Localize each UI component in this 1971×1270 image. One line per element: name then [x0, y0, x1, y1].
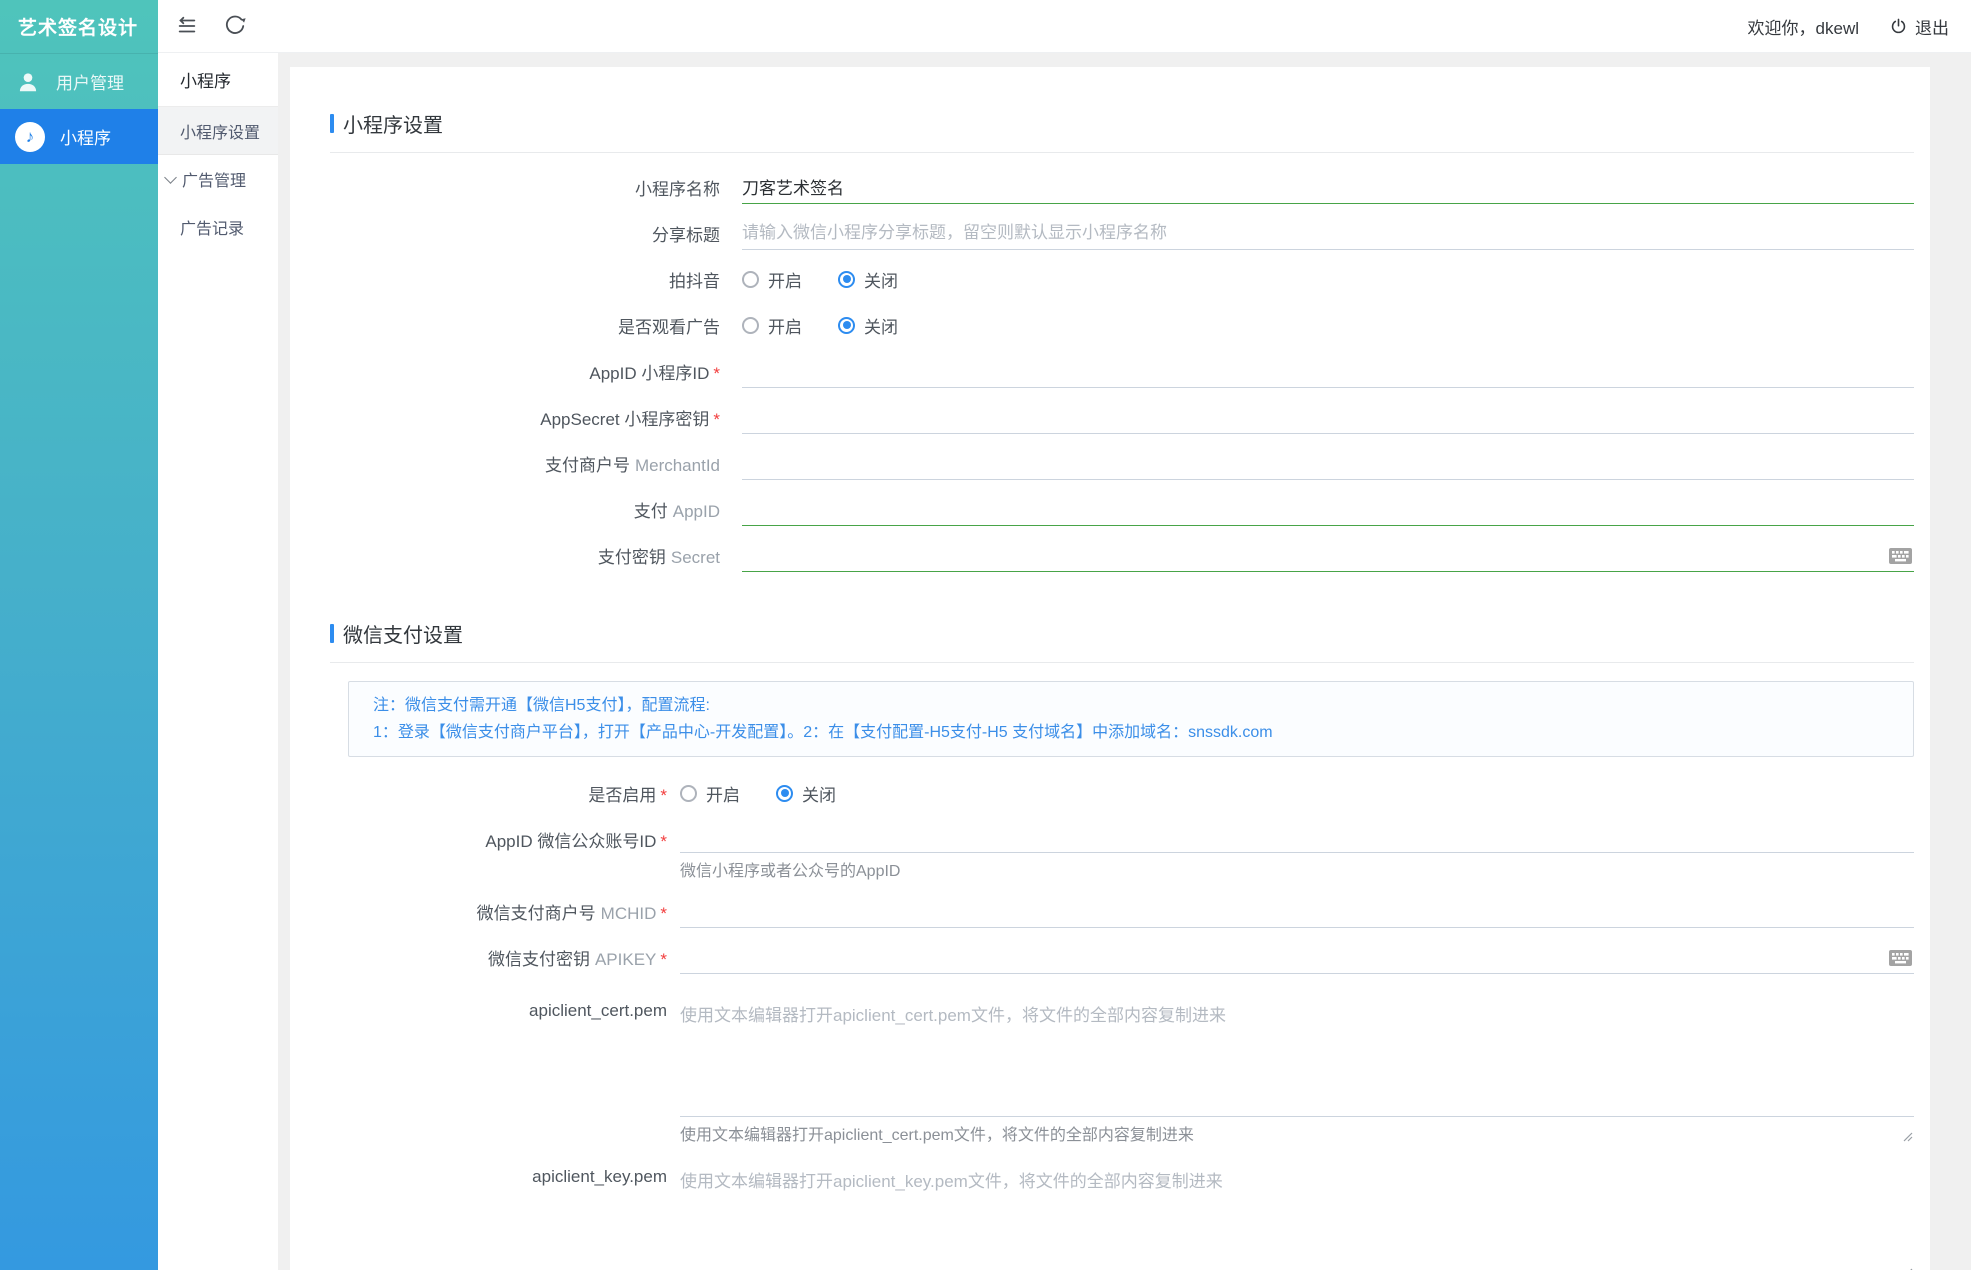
field-label: 微信支付密钥 APIKEY *	[487, 949, 667, 969]
refresh-icon[interactable]	[224, 15, 246, 37]
mchid-input[interactable]	[680, 894, 1914, 928]
section-accent-bar	[330, 624, 334, 643]
submenu-item-ad-records[interactable]: 广告记录	[158, 203, 278, 251]
keyboard-icon	[1889, 950, 1912, 966]
app-window: 艺术签名设计 用户管理 ♪ 小程序 欢迎你，dkewl 退出 小程序 小程序设置…	[0, 0, 1971, 1270]
logout-button[interactable]: 退出	[1889, 14, 1949, 39]
form-row-apiclient-cert: apiclient_cert.pem 使用文本编辑器打开apiclient_ce…	[330, 993, 1914, 1147]
miniapp-name-input[interactable]	[742, 170, 1914, 204]
form-row-enabled: 是否启用 * 开启 关闭	[330, 773, 1914, 813]
submenu-item-label: 广告记录	[180, 221, 245, 238]
radio-off[interactable]: 关闭	[776, 781, 836, 806]
radio-off[interactable]: 关闭	[838, 267, 898, 292]
required-marker: *	[713, 363, 720, 383]
required-marker: *	[713, 409, 720, 429]
resize-handle-icon[interactable]	[1901, 1130, 1913, 1142]
merchant-id-input[interactable]	[742, 446, 1914, 480]
section-title-miniapp-settings: 小程序设置	[330, 109, 1914, 138]
appsecret-input[interactable]	[742, 400, 1914, 434]
field-label: 分享标题	[652, 225, 720, 245]
enabled-radio-group: 开启 关闭	[680, 773, 1914, 813]
form-row-douyin: 拍抖音 开启 关闭	[330, 259, 1914, 299]
field-label: AppSecret 小程序密钥 *	[540, 409, 720, 429]
share-title-input[interactable]	[742, 216, 1914, 250]
field-label: 支付 AppID	[633, 501, 720, 521]
submenu-item-label: 广告管理	[182, 173, 247, 190]
douyin-radio-group: 开启 关闭	[742, 259, 1914, 299]
field-label: 微信支付商户号 MCHID *	[476, 903, 667, 923]
form-row-pay-appid: 支付 AppID	[330, 489, 1914, 529]
submenu-item-label: 小程序设置	[180, 124, 261, 142]
field-label: 支付密钥 Secret	[597, 547, 720, 567]
sidebar-item-label: 小程序	[60, 129, 111, 148]
form-row-mp-appid: AppID 微信公众账号ID * 微信小程序或者公众号的AppID	[330, 819, 1914, 883]
main-sidebar: 艺术签名设计 用户管理 ♪ 小程序	[0, 0, 158, 1270]
divider	[330, 152, 1914, 153]
form-row-watch-ad: 是否观看广告 开启 关闭	[330, 305, 1914, 345]
submenu-item-ad-management[interactable]: 广告管理	[158, 155, 278, 203]
note-line-1: 注：微信支付需开通【微信H5支付】，配置流程:	[373, 697, 710, 714]
required-marker: *	[660, 949, 667, 969]
logout-label: 退出	[1915, 18, 1949, 38]
apiclient-cert-textarea[interactable]	[680, 993, 1914, 1117]
field-label: apiclient_key.pem	[532, 1167, 667, 1186]
radio-on[interactable]: 开启	[742, 313, 802, 338]
field-label: 小程序名称	[635, 179, 720, 199]
apikey-input[interactable]	[680, 940, 1914, 974]
field-label: AppID 小程序ID *	[589, 363, 720, 383]
note-line-2: 1：登录【微信支付商户平台】，打开【产品中心-开发配置】。2：在【支付配置-H5…	[373, 724, 1273, 741]
submenu-sidebar: 小程序 小程序设置 广告管理 广告记录	[158, 53, 278, 1270]
field-label: 拍抖音	[669, 271, 720, 291]
section-title-wechat-pay-settings: 微信支付设置	[330, 619, 1914, 648]
keyboard-icon	[1889, 548, 1912, 564]
sidebar-item-label: 用户管理	[56, 74, 124, 93]
form-row-mchid: 微信支付商户号 MCHID *	[330, 891, 1914, 931]
sidebar-item-miniapp[interactable]: ♪ 小程序	[0, 109, 158, 164]
appid-input[interactable]	[742, 354, 1914, 388]
field-label: 是否观看广告	[618, 317, 720, 337]
user-icon	[15, 69, 41, 95]
field-label: 支付商户号 MerchantId	[544, 455, 720, 475]
required-marker: *	[660, 832, 667, 851]
welcome-text: 欢迎你，dkewl	[1747, 18, 1859, 38]
form-row-appid: AppID 小程序ID *	[330, 351, 1914, 391]
field-label: 是否启用 *	[588, 785, 667, 805]
section-accent-bar	[330, 114, 334, 133]
apiclient-key-textarea[interactable]	[680, 1159, 1914, 1270]
field-label: AppID 微信公众账号ID *	[485, 832, 667, 851]
divider	[330, 662, 1914, 663]
submenu-title: 小程序	[158, 53, 278, 107]
form-row-miniapp-name: 小程序名称	[330, 167, 1914, 207]
form-row-appsecret: AppSecret 小程序密钥 *	[330, 397, 1914, 437]
radio-on[interactable]: 开启	[680, 781, 740, 806]
sidebar-item-user-management[interactable]: 用户管理	[0, 54, 158, 109]
pay-appid-input[interactable]	[742, 492, 1914, 526]
mp-appid-input[interactable]	[680, 819, 1914, 853]
wechat-pay-note: 注：微信支付需开通【微信H5支付】，配置流程: 1：登录【微信支付商户平台】，打…	[348, 681, 1914, 757]
collapse-menu-icon[interactable]	[176, 15, 198, 37]
required-marker: *	[660, 903, 667, 923]
chevron-down-icon	[164, 170, 177, 184]
field-helper-text: 使用文本编辑器打开apiclient_cert.pem文件，将文件的全部内容复制…	[680, 1127, 1194, 1144]
form-row-apikey: 微信支付密钥 APIKEY *	[330, 937, 1914, 977]
form-row-apiclient-key: apiclient_key.pem	[330, 1159, 1914, 1270]
radio-off[interactable]: 关闭	[838, 313, 898, 338]
required-marker: *	[660, 785, 667, 805]
radio-on[interactable]: 开启	[742, 267, 802, 292]
form-row-share-title: 分享标题	[330, 213, 1914, 253]
miniapp-icon: ♪	[15, 121, 45, 152]
settings-card: 小程序设置 小程序名称 分享标题 拍抖音	[290, 67, 1930, 1270]
resize-handle-icon[interactable]	[1901, 1266, 1913, 1270]
watch-ad-radio-group: 开启 关闭	[742, 305, 1914, 345]
pay-secret-input[interactable]	[742, 538, 1914, 572]
form-row-pay-secret: 支付密钥 Secret	[330, 535, 1914, 575]
form-row-merchant-id: 支付商户号 MerchantId	[330, 443, 1914, 483]
app-title: 艺术签名设计	[0, 0, 158, 54]
main-content: 小程序设置 小程序名称 分享标题 拍抖音	[278, 53, 1971, 1270]
submenu-item-miniapp-settings[interactable]: 小程序设置	[158, 107, 278, 155]
field-label: apiclient_cert.pem	[529, 1001, 667, 1020]
topbar: 欢迎你，dkewl 退出	[158, 0, 1971, 53]
field-helper-text: 微信小程序或者公众号的AppID	[680, 863, 901, 880]
power-icon	[1889, 17, 1908, 36]
